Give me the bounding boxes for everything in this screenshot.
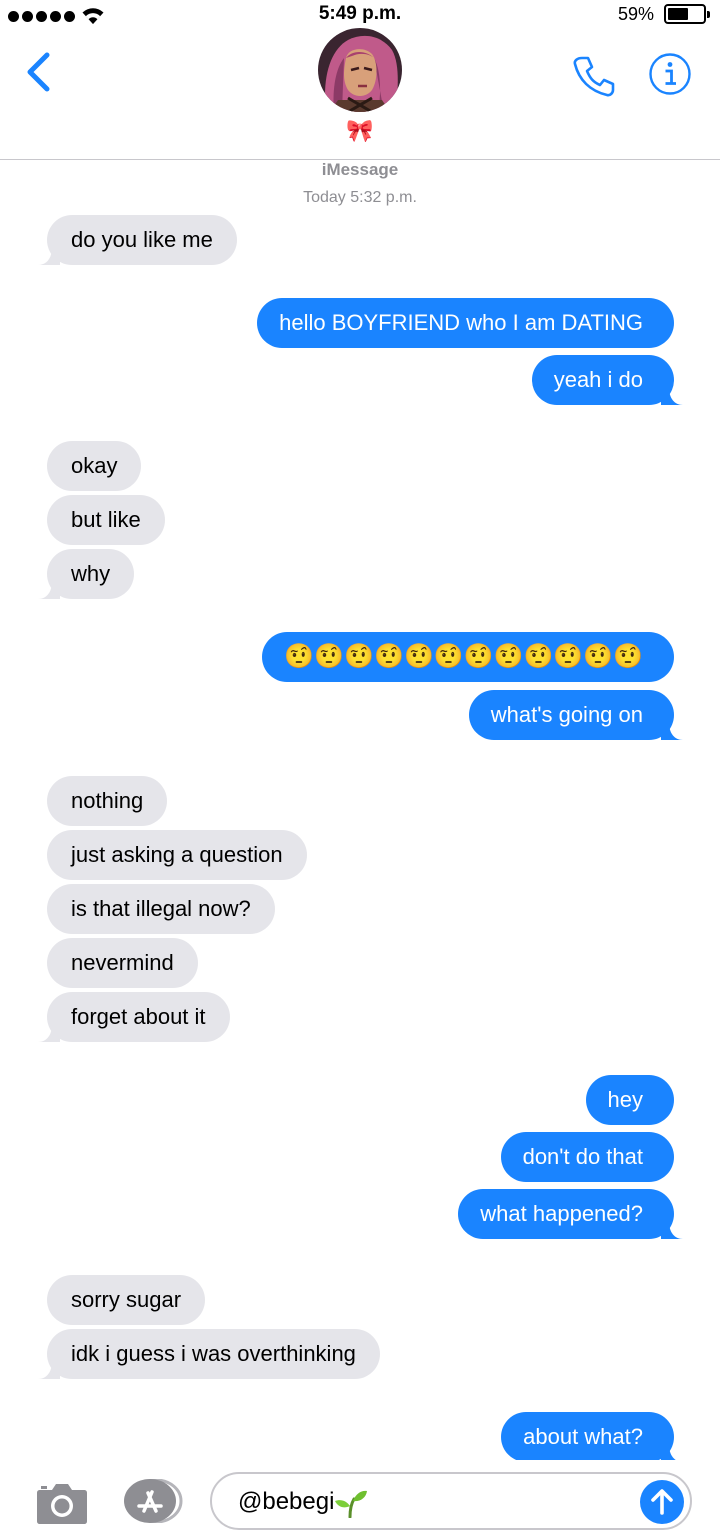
received-message[interactable]: okay — [47, 441, 142, 491]
received-message[interactable]: forget about it — [38, 992, 230, 1042]
message-text: idk i guess i was overthinking — [71, 1341, 356, 1366]
message-input[interactable]: @bebegi — [210, 1472, 692, 1530]
received-message[interactable]: nevermind — [47, 938, 198, 988]
received-message[interactable]: sorry sugar — [47, 1275, 206, 1325]
seedling-emoji-icon — [335, 1490, 368, 1518]
message-text: yeah i do — [553, 367, 643, 392]
message-text: don't do that — [522, 1144, 643, 1169]
arrow-up-icon — [651, 1489, 673, 1515]
app-store-button[interactable] — [122, 1478, 184, 1524]
phone-icon — [573, 56, 615, 97]
message-text: forget about it — [71, 1004, 206, 1029]
camera-button[interactable] — [36, 1480, 88, 1524]
sent-message[interactable]: hey — [585, 1075, 674, 1125]
bubble-tail — [661, 722, 683, 740]
sent-message[interactable]: hello BOYFRIEND who I am DATING — [257, 298, 674, 348]
message-text: hello BOYFRIEND who I am DATING — [279, 310, 643, 335]
message-text: is that illegal now? — [71, 896, 251, 921]
message-text: just asking a question — [71, 842, 283, 867]
bubble-tail — [661, 1444, 683, 1462]
app-store-icon — [124, 1478, 183, 1524]
message-text: what happened? — [480, 1201, 643, 1226]
bubble-tail — [38, 1361, 60, 1379]
bubble-tail — [661, 387, 683, 405]
message-input-text[interactable]: @bebegi — [238, 1474, 368, 1530]
bubble-tail — [38, 247, 60, 265]
message-text: what's going on — [490, 702, 643, 727]
camera-icon — [37, 1484, 87, 1524]
info-button[interactable] — [648, 52, 692, 96]
status-time: 5:49 p.m. — [318, 3, 402, 24]
received-message[interactable]: idk i guess i was overthinking — [38, 1329, 380, 1379]
message-input-value: @bebegi — [238, 1488, 335, 1515]
received-message[interactable]: is that illegal now? — [47, 884, 275, 934]
sent-message[interactable]: what happened? — [458, 1189, 683, 1239]
status-bar: 5:49 p.m. 59% — [0, 0, 720, 30]
sent-message[interactable]: what's going on — [468, 690, 683, 740]
info-icon — [649, 53, 691, 95]
conversation-timestamp: Today 5:32 p.m. — [303, 189, 417, 206]
bubble-tail — [38, 581, 60, 599]
received-message[interactable]: why — [38, 549, 135, 599]
conversation-header: 🎀 — [0, 28, 720, 160]
bubble-tail — [661, 1221, 683, 1239]
battery-icon — [664, 4, 710, 24]
sent-message[interactable]: yeah i do — [531, 355, 683, 405]
send-button[interactable] — [640, 1480, 684, 1524]
sent-message[interactable]: about what? — [501, 1412, 683, 1462]
back-button[interactable] — [22, 50, 58, 94]
received-message[interactable]: just asking a question — [47, 830, 307, 880]
received-message[interactable]: do you like me — [38, 215, 237, 265]
contact-name[interactable]: 🎀 — [0, 118, 720, 144]
chevron-left-icon — [27, 52, 50, 92]
message-text: hey — [607, 1087, 643, 1112]
message-text: nevermind — [71, 950, 174, 975]
message-text: okay — [71, 453, 118, 478]
message-composer: @bebegi — [0, 1460, 720, 1539]
received-message[interactable]: but like — [47, 495, 165, 545]
message-text: nothing — [71, 788, 144, 813]
battery-percentage: 59% — [617, 4, 654, 24]
contact-avatar[interactable] — [318, 28, 402, 112]
message-text: but like — [71, 507, 141, 532]
message-text: why — [71, 561, 111, 586]
call-button[interactable] — [570, 52, 618, 100]
message-text: 🤨🤨🤨🤨🤨🤨🤨🤨🤨🤨🤨🤨 — [284, 643, 643, 670]
message-text: do you like me — [71, 227, 213, 252]
avatar-portrait — [318, 28, 402, 112]
message-text: about what? — [523, 1424, 643, 1449]
bubble-tail — [38, 1024, 60, 1042]
service-label: iMessage — [321, 160, 399, 179]
sent-message[interactable]: 🤨🤨🤨🤨🤨🤨🤨🤨🤨🤨🤨🤨 — [262, 632, 674, 682]
received-message[interactable]: nothing — [47, 776, 168, 826]
sent-message[interactable]: don't do that — [500, 1132, 674, 1182]
message-text: sorry sugar — [71, 1287, 182, 1312]
